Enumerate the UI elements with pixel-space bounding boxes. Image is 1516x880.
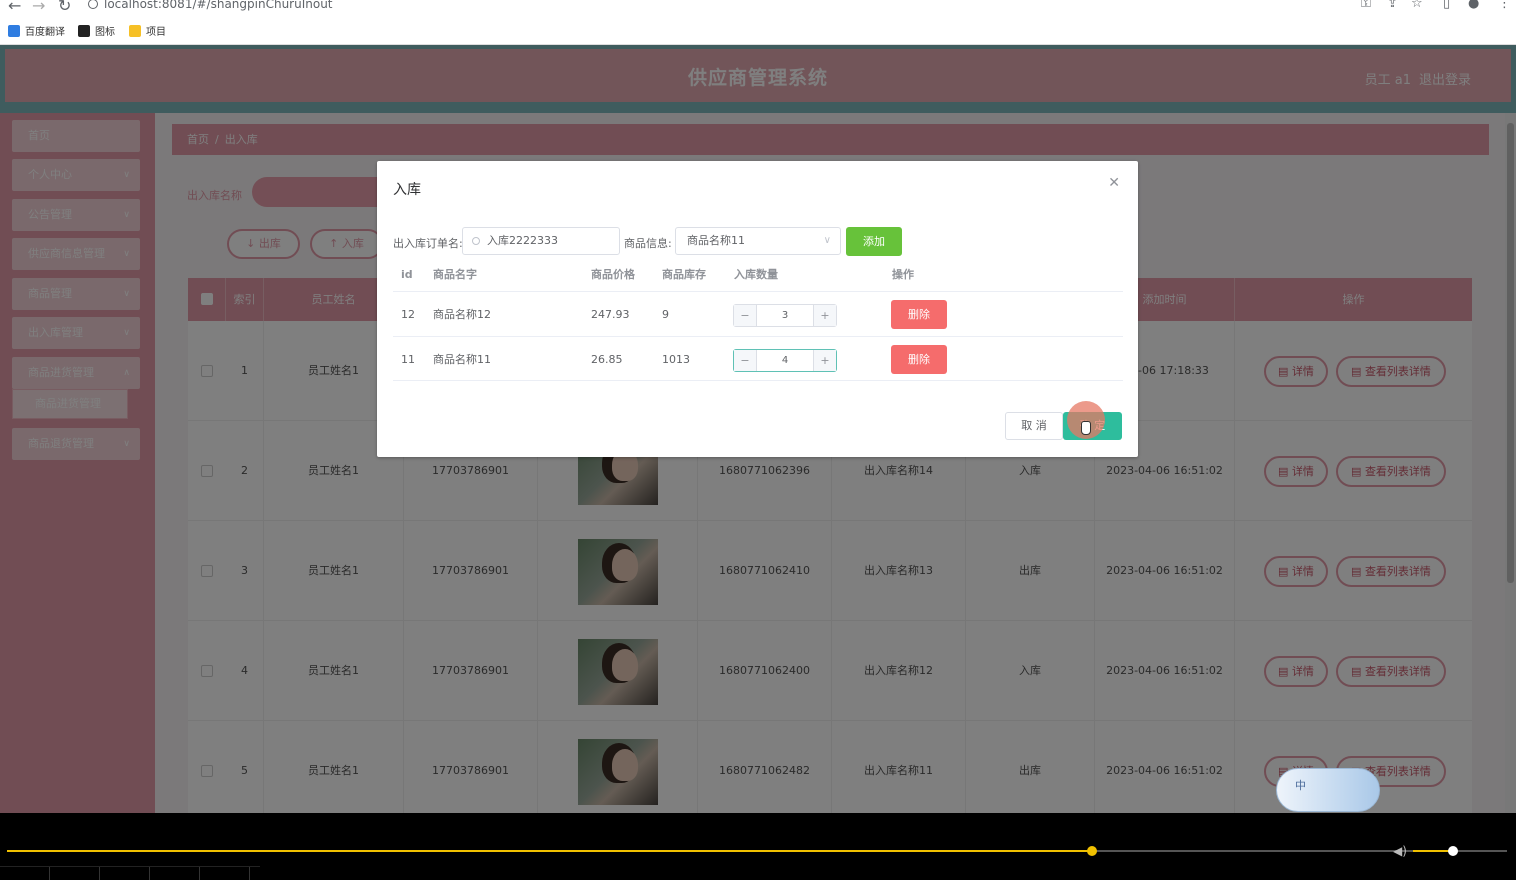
hand-cursor-icon — [1081, 421, 1091, 435]
dialog-cell-id: 12 — [401, 308, 415, 321]
player-segments — [0, 866, 260, 880]
profile-icon[interactable]: ● — [1468, 0, 1479, 11]
back-icon[interactable]: ← — [8, 0, 21, 15]
order-name-label: 出入库订单名: — [393, 237, 463, 250]
volume-track[interactable] — [1413, 850, 1503, 852]
bookmark-label: 百度翻译 — [25, 27, 65, 38]
close-icon[interactable]: ✕ — [1108, 175, 1120, 191]
search-icon — [472, 237, 480, 245]
video-player-bar: ◀) — [0, 813, 1516, 880]
stock-in-dialog: 入库 ✕ 出入库订单名: 入库2222333 商品信息: 商品名称11 ∨ 添加 … — [377, 161, 1138, 457]
menu-icon[interactable]: ⋮ — [1498, 0, 1511, 11]
goods-select[interactable]: 商品名称11 ∨ — [675, 227, 841, 255]
volume-fill — [1413, 850, 1453, 852]
goods-info-label: 商品信息: — [624, 237, 672, 250]
bookmark-translate[interactable]: 百度翻译 — [8, 23, 65, 38]
decrease-button[interactable]: − — [734, 350, 757, 371]
key-icon[interactable]: ⚿ — [1361, 0, 1371, 11]
cancel-button[interactable]: 取 消 — [1005, 412, 1063, 440]
quantity-stepper[interactable]: − 4 + — [733, 349, 837, 372]
decrease-button[interactable]: − — [734, 305, 757, 326]
progress-handle[interactable] — [1086, 846, 1097, 856]
progress-fill — [7, 850, 1092, 852]
bookmark-label: 项目 — [146, 27, 166, 38]
increase-button[interactable]: + — [813, 305, 836, 326]
reload-icon[interactable]: ↻ — [58, 0, 71, 15]
dialog-cell-stock: 1013 — [662, 353, 690, 366]
bookmark-label: 图标 — [95, 27, 115, 38]
volume-handle[interactable] — [1447, 846, 1458, 856]
goods-select-value: 商品名称11 — [687, 234, 745, 247]
dialog-cell-stock: 9 — [662, 308, 669, 321]
dialog-cell-name: 商品名称12 — [433, 308, 491, 321]
folder-icon — [129, 24, 141, 37]
volume-icon[interactable]: ◀) — [1393, 844, 1407, 858]
dialog-row: 12 商品名称12 247.93 9 − 3 + 删除 — [393, 291, 1123, 336]
sidebar-toggle-icon[interactable]: ▯ — [1443, 0, 1450, 11]
dialog-cell-price: 26.85 — [591, 353, 623, 366]
url-text: localhost:8081/#/shangpinChuruInout — [104, 0, 333, 11]
dialog-title: 入库 — [393, 182, 421, 198]
browser-chrome: ← → ↻ localhost:8081/#/shangpinChuruInou… — [0, 0, 1516, 45]
delete-button[interactable]: 删除 — [891, 345, 947, 374]
info-icon — [88, 0, 98, 9]
share-icon[interactable]: ⇪ — [1387, 0, 1398, 11]
dialog-cell-id: 11 — [401, 353, 415, 366]
dialog-header-qty: 入库数量 — [734, 268, 778, 281]
quantity-value[interactable]: 3 — [757, 305, 813, 326]
dialog-cell-price: 247.93 — [591, 308, 630, 321]
chevron-down-icon: ∨ — [823, 235, 831, 246]
bookmark-project[interactable]: 项目 — [129, 23, 166, 38]
dialog-goods-table: id 商品名字 商品价格 商品库存 入库数量 操作 12 商品名称12 247.… — [393, 259, 1123, 383]
dialog-header-stock: 商品库存 — [662, 268, 706, 281]
dialog-cell-name: 商品名称11 — [433, 353, 491, 366]
star-icon[interactable]: ☆ — [1411, 0, 1423, 11]
quantity-value[interactable]: 4 — [757, 350, 813, 371]
dialog-header-price: 商品价格 — [591, 268, 635, 281]
delete-button[interactable]: 删除 — [891, 300, 947, 329]
dialog-header-id: id — [401, 268, 413, 281]
image-icon — [78, 24, 90, 37]
translate-icon — [8, 24, 20, 37]
bookmark-icons[interactable]: 图标 — [78, 23, 115, 38]
order-name-input[interactable]: 入库2222333 — [462, 227, 620, 255]
ime-widget[interactable]: 中 — [1276, 768, 1380, 812]
progress-track[interactable] — [7, 850, 1507, 852]
quantity-stepper[interactable]: − 3 + — [733, 304, 837, 327]
order-name-value: 入库2222333 — [487, 234, 558, 247]
ime-mode-label: 中 — [1295, 779, 1306, 792]
add-button[interactable]: 添加 — [846, 227, 902, 256]
forward-icon[interactable]: → — [32, 0, 45, 15]
dialog-header-actions: 操作 — [892, 268, 914, 281]
address-bar[interactable]: localhost:8081/#/shangpinChuruInout — [88, 0, 333, 11]
increase-button[interactable]: + — [813, 350, 836, 371]
dialog-row: 11 商品名称11 26.85 1013 − 4 + 删除 — [393, 336, 1123, 381]
dialog-header-name: 商品名字 — [433, 268, 477, 281]
